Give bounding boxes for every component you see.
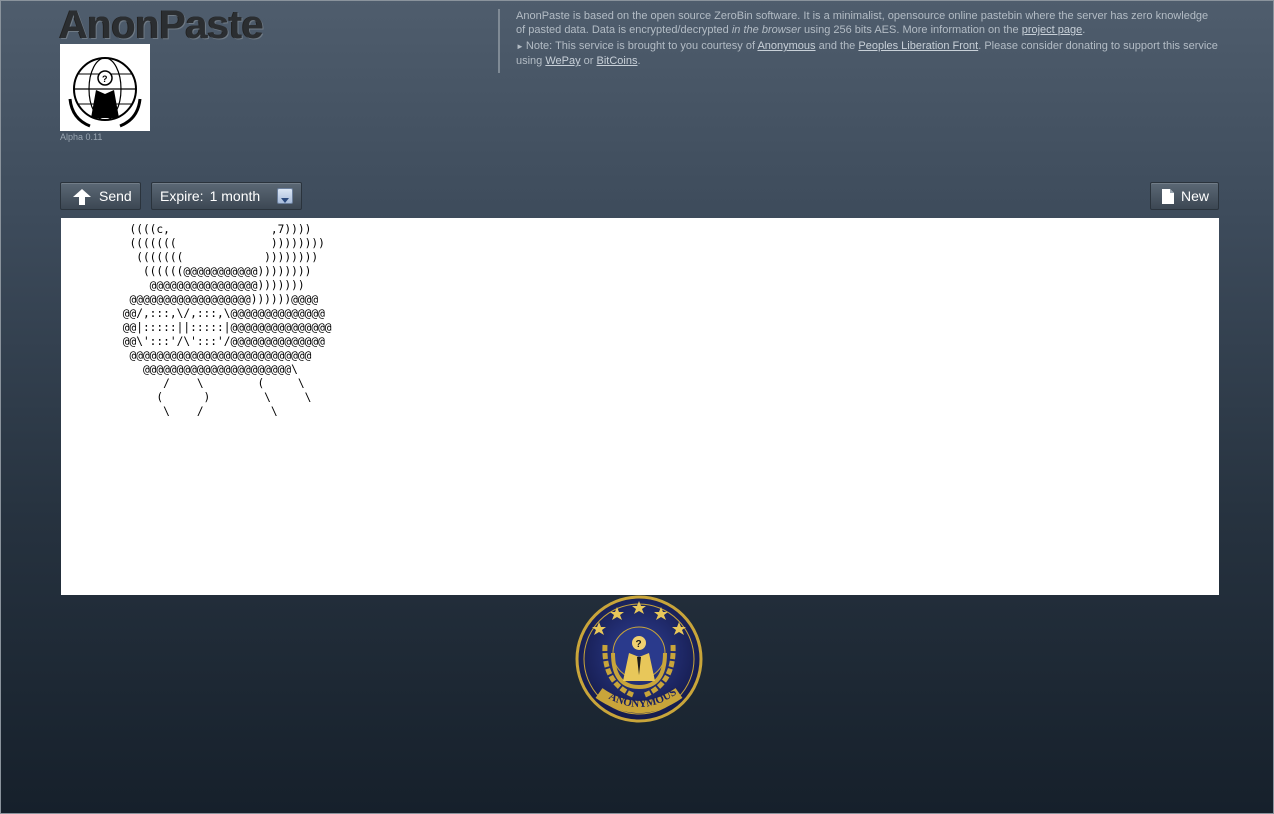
anonymous-globe-icon: ? bbox=[68, 57, 142, 128]
about-text-part: . bbox=[1082, 24, 1086, 36]
send-button[interactable]: Send bbox=[60, 182, 141, 210]
anonymous-logo: ? bbox=[60, 44, 150, 131]
note-text-part: . bbox=[637, 55, 641, 67]
svg-text:?: ? bbox=[636, 639, 642, 650]
triangle-right-icon: ► bbox=[516, 42, 524, 51]
note-text: ► Note: This service is brought to you co… bbox=[516, 39, 1218, 68]
document-icon bbox=[1162, 189, 1174, 204]
about-text-part: using 256 bits AES. More information on … bbox=[800, 24, 1022, 36]
plf-link[interactable]: Peoples Liberation Front bbox=[858, 40, 978, 52]
note-text-part: and the bbox=[815, 40, 859, 52]
arrow-up-icon bbox=[73, 189, 91, 205]
paste-content[interactable]: ((((c, ,7)))) ((((((( )))))))) ((((((( )… bbox=[61, 218, 1219, 595]
expire-select[interactable]: Expire: 1 month bbox=[151, 182, 302, 210]
about-text-emphasis: in the browser bbox=[731, 24, 801, 36]
anonymous-emblem-icon: ? ANONYMOUS bbox=[575, 595, 703, 723]
expire-value: 1 month bbox=[209, 188, 261, 204]
chevron-down-icon[interactable] bbox=[277, 188, 293, 204]
anonymous-emblem: ? ANONYMOUS bbox=[575, 595, 703, 723]
send-button-label: Send bbox=[99, 188, 132, 204]
bitcoins-link[interactable]: BitCoins bbox=[597, 55, 638, 67]
note-text-part: or bbox=[580, 55, 597, 67]
new-button[interactable]: New bbox=[1150, 182, 1219, 210]
anonymous-link[interactable]: Anonymous bbox=[757, 40, 815, 52]
about-text: AnonPaste is based on the open source Ze… bbox=[516, 9, 1218, 37]
expire-label: Expire: bbox=[160, 188, 204, 204]
project-page-link[interactable]: project page bbox=[1022, 24, 1083, 36]
info-panel: AnonPaste is based on the open source Ze… bbox=[498, 9, 1218, 73]
new-button-label: New bbox=[1181, 188, 1210, 204]
wepay-link[interactable]: WePay bbox=[545, 55, 580, 67]
version-label: Alpha 0.11 bbox=[60, 132, 103, 142]
note-text-part: Note: This service is brought to you cou… bbox=[525, 40, 758, 52]
page-title: AnonPaste bbox=[59, 3, 264, 47]
svg-text:?: ? bbox=[102, 74, 108, 84]
